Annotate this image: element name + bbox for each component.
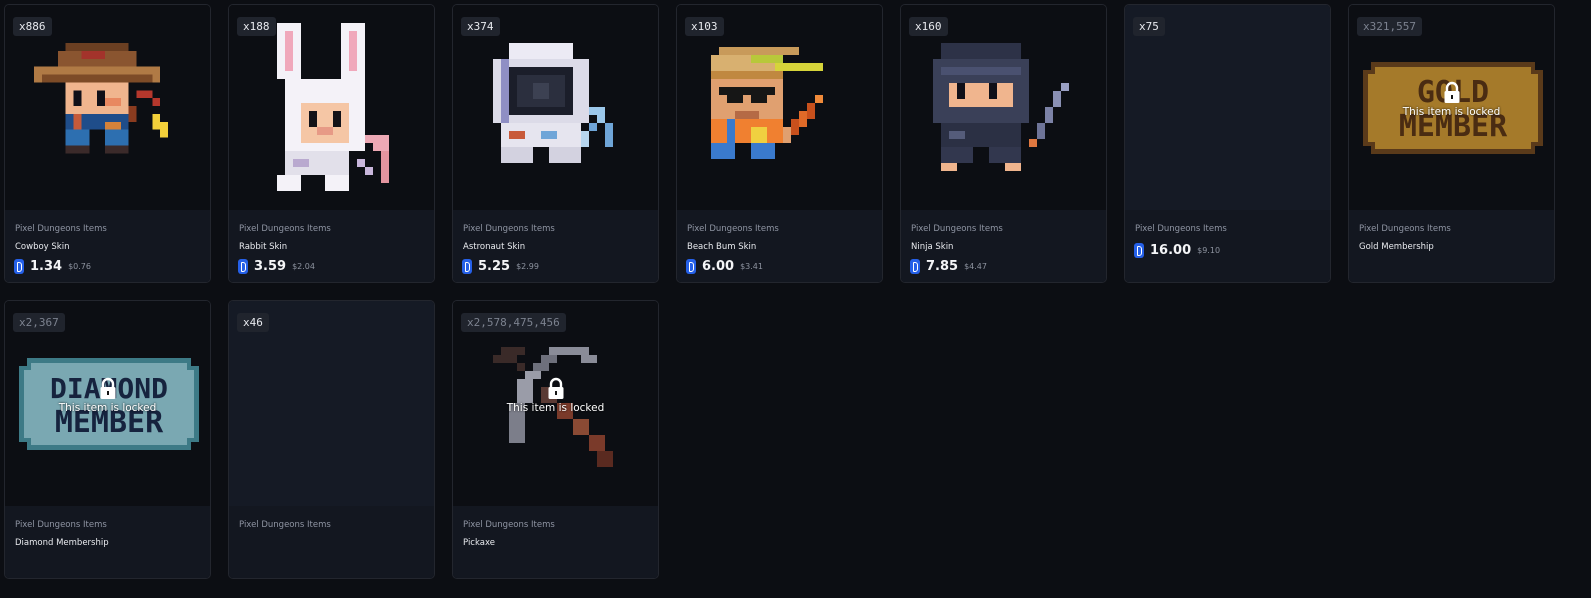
item-card-rabbit-skin[interactable]: x188 Pixel Dungeons Items Rabbit Skin 3.…	[228, 4, 435, 283]
item-name: Beach Bum Skin	[687, 242, 757, 252]
inventory-grid: x886 Pixel Dungeons Items Cowboy Skin 1.…	[4, 4, 1555, 579]
item-info: Pixel Dungeons Items Astronaut Skin 5.25…	[453, 210, 658, 282]
collection-name: Pixel Dungeons Items	[911, 224, 1003, 234]
quantity-badge: x374	[461, 17, 500, 36]
item-price: 16.00	[1150, 243, 1192, 258]
quantity-badge: x103	[685, 17, 724, 36]
beach-bum-sprite	[711, 47, 823, 159]
price-row: 7.85 $4.47	[910, 258, 987, 275]
item-card-unnamed[interactable]: x75 Pixel Dungeons Items 16.00 $9.10	[1124, 4, 1331, 283]
item-name: Rabbit Skin	[239, 242, 288, 252]
collection-name: Pixel Dungeons Items	[463, 224, 555, 234]
robux-coin-icon	[686, 259, 696, 274]
item-usd-price: $2.04	[292, 262, 315, 271]
item-name: Pickaxe	[463, 538, 495, 548]
item-price: 1.34	[30, 259, 63, 274]
item-info: Pixel Dungeons Items Cowboy Skin 1.34 $0…	[5, 210, 210, 282]
item-info: Pixel Dungeons Items Diamond Membership	[5, 506, 210, 578]
lock-icon	[100, 377, 115, 399]
lock-message: This item is locked	[506, 402, 605, 414]
item-usd-price: $4.47	[964, 262, 987, 271]
lock-icon	[548, 377, 563, 399]
item-info: Pixel Dungeons Items	[229, 506, 434, 578]
collection-name: Pixel Dungeons Items	[463, 520, 555, 530]
quantity-badge: x188	[237, 17, 276, 36]
item-card-unnamed[interactable]: x46 Pixel Dungeons Items	[228, 300, 435, 579]
robux-coin-icon	[238, 259, 248, 274]
item-info: Pixel Dungeons Items 16.00 $9.10	[1125, 210, 1330, 282]
collection-name: Pixel Dungeons Items	[1135, 224, 1227, 234]
robux-coin-icon	[462, 259, 472, 274]
item-usd-price: $3.41	[740, 262, 763, 271]
item-price: 3.59	[254, 259, 287, 274]
item-card-beach-bum-skin[interactable]: x103 Pixel Dungeons Items Beach Bum Skin…	[676, 4, 883, 283]
robux-coin-icon	[1134, 243, 1144, 258]
lock-overlay: This item is locked	[1349, 81, 1554, 118]
item-name: Ninja Skin	[911, 242, 954, 252]
cowboy-sprite	[34, 43, 169, 154]
collection-name: Pixel Dungeons Items	[1359, 224, 1451, 234]
item-name: Cowboy Skin	[15, 242, 70, 252]
item-card-diamond-membership[interactable]: DIAMOND MEMBER This item is locked x2,36…	[4, 300, 211, 579]
item-card-gold-membership[interactable]: GOLD MEMBER This item is locked x321,557…	[1348, 4, 1555, 283]
item-card-cowboy-skin[interactable]: x886 Pixel Dungeons Items Cowboy Skin 1.…	[4, 4, 211, 283]
quantity-badge: x2,367	[13, 313, 65, 332]
price-row: 16.00 $9.10	[1134, 242, 1220, 259]
lock-message: This item is locked	[1402, 106, 1501, 118]
item-name: Diamond Membership	[15, 538, 109, 548]
ninja-sprite	[933, 43, 1069, 171]
item-info: Pixel Dungeons Items Ninja Skin 7.85 $4.…	[901, 210, 1106, 282]
quantity-badge: x886	[13, 17, 52, 36]
item-card-astronaut-skin[interactable]: x374 Pixel Dungeons Items Astronaut Skin…	[452, 4, 659, 283]
quantity-badge: x46	[237, 313, 269, 332]
item-usd-price: $2.99	[516, 262, 539, 271]
item-card-ninja-skin[interactable]: x160 Pixel Dungeons Items Ninja Skin 7.8…	[900, 4, 1107, 283]
collection-name: Pixel Dungeons Items	[15, 224, 107, 234]
price-row: 6.00 $3.41	[686, 258, 763, 275]
lock-message: This item is locked	[58, 402, 157, 414]
item-usd-price: $9.10	[1197, 246, 1221, 255]
item-card-pickaxe[interactable]: This item is locked x2,578,475,456 Pixel…	[452, 300, 659, 579]
quantity-badge: x75	[1133, 17, 1165, 36]
astronaut-sprite	[493, 43, 613, 163]
collection-name: Pixel Dungeons Items	[15, 520, 107, 530]
lock-icon	[1444, 81, 1459, 103]
item-name: Gold Membership	[1359, 242, 1434, 252]
rabbit-sprite	[277, 23, 389, 191]
item-price: 5.25	[478, 259, 511, 274]
item-info: Pixel Dungeons Items Pickaxe	[453, 506, 658, 578]
price-row: 3.59 $2.04	[238, 258, 315, 275]
lock-overlay: This item is locked	[5, 377, 210, 414]
collection-name: Pixel Dungeons Items	[687, 224, 779, 234]
price-row: 1.34 $0.76	[14, 258, 91, 275]
price-row: 5.25 $2.99	[462, 258, 539, 275]
robux-coin-icon	[14, 259, 24, 274]
collection-name: Pixel Dungeons Items	[239, 520, 331, 530]
quantity-badge: x321,557	[1357, 17, 1422, 36]
item-info: Pixel Dungeons Items Rabbit Skin 3.59 $2…	[229, 210, 434, 282]
item-info: Pixel Dungeons Items Gold Membership	[1349, 210, 1554, 282]
lock-overlay: This item is locked	[453, 377, 658, 414]
robux-coin-icon	[910, 259, 920, 274]
item-info: Pixel Dungeons Items Beach Bum Skin 6.00…	[677, 210, 882, 282]
item-price: 7.85	[926, 259, 959, 274]
item-name: Astronaut Skin	[463, 242, 526, 252]
quantity-badge: x160	[909, 17, 948, 36]
item-price: 6.00	[702, 259, 735, 274]
quantity-badge: x2,578,475,456	[461, 313, 566, 332]
item-usd-price: $0.76	[68, 262, 91, 271]
collection-name: Pixel Dungeons Items	[239, 224, 331, 234]
